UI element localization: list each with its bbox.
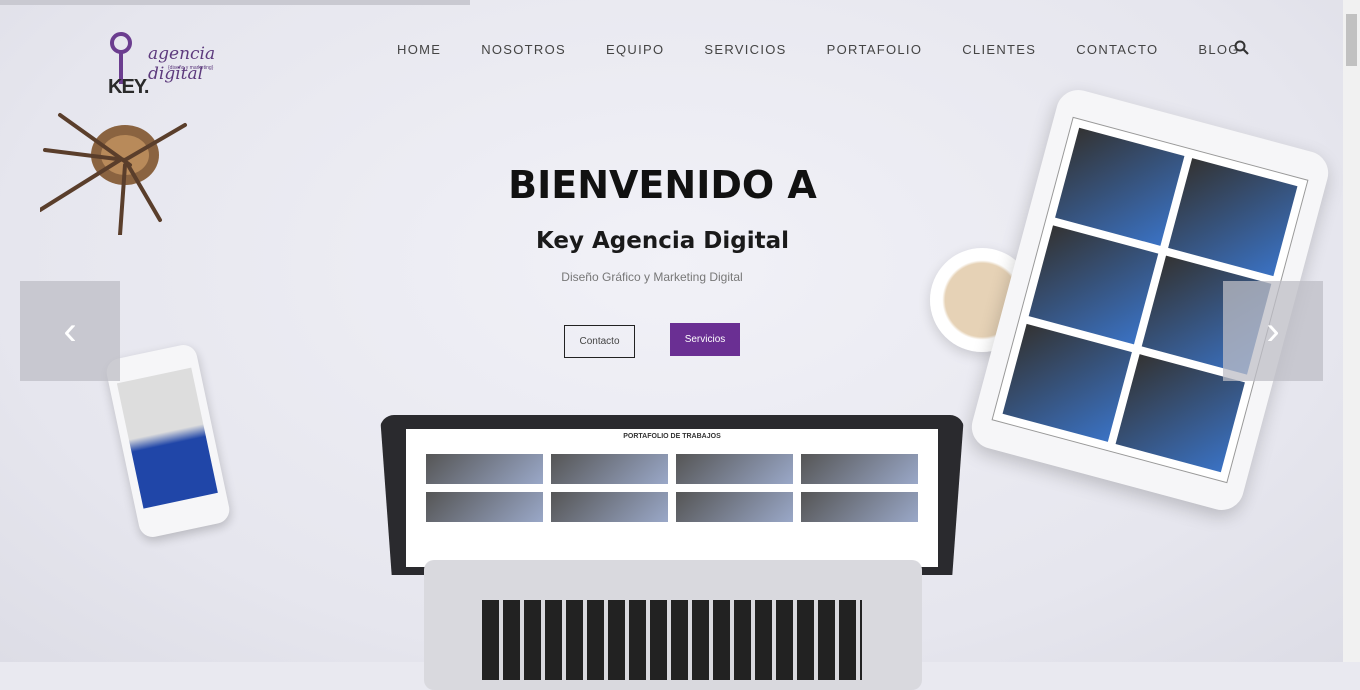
- nav-equipo[interactable]: EQUIPO: [606, 42, 664, 57]
- laptop-screen-title: PORTAFOLIO DE TRABAJOS: [623, 433, 721, 440]
- carousel-next-button[interactable]: ›: [1223, 281, 1323, 381]
- hero-slider: KEY. agencia digital {diseño y marketing…: [0, 0, 1343, 690]
- services-button[interactable]: Servicios: [670, 323, 740, 356]
- laptop-image: PORTAFOLIO DE TRABAJOS: [380, 415, 964, 690]
- page-scrollbar[interactable]: [1343, 0, 1360, 662]
- nav-home[interactable]: HOME: [397, 42, 441, 57]
- nav-portafolio[interactable]: PORTAFOLIO: [827, 42, 923, 57]
- nav-servicios[interactable]: SERVICIOS: [704, 42, 786, 57]
- carousel-prev-button[interactable]: ‹: [20, 281, 120, 381]
- logo-brand: KEY.: [108, 76, 149, 98]
- contact-button[interactable]: Contacto: [564, 325, 635, 358]
- hero-subtitle: Key Agencia Digital: [535, 228, 790, 254]
- scrollbar-thumb[interactable]: [1346, 14, 1357, 66]
- nav-contacto[interactable]: CONTACTO: [1076, 42, 1158, 57]
- hero-title: BIENVENIDO A: [508, 163, 817, 207]
- hero-tagline: Diseño Gráfico y Marketing Digital: [561, 270, 743, 284]
- logo-name: agencia digital: [148, 44, 216, 84]
- loading-progress-fill: [0, 0, 471, 5]
- loading-progress-bar: [0, 0, 1343, 5]
- main-nav: HOME NOSOTROS EQUIPO SERVICIOS PORTAFOLI…: [397, 42, 1280, 57]
- chevron-left-icon: ‹: [63, 308, 77, 353]
- key-logo-icon: [110, 32, 132, 54]
- nav-clientes[interactable]: CLIENTES: [962, 42, 1036, 57]
- chevron-right-icon: ›: [1266, 308, 1280, 353]
- logo-tagline: {diseño y marketing}: [168, 65, 214, 71]
- logo[interactable]: KEY. agencia digital {diseño y marketing…: [106, 32, 266, 98]
- search-icon[interactable]: [1234, 40, 1250, 56]
- nav-nosotros[interactable]: NOSOTROS: [481, 42, 566, 57]
- phone-image: [104, 342, 232, 540]
